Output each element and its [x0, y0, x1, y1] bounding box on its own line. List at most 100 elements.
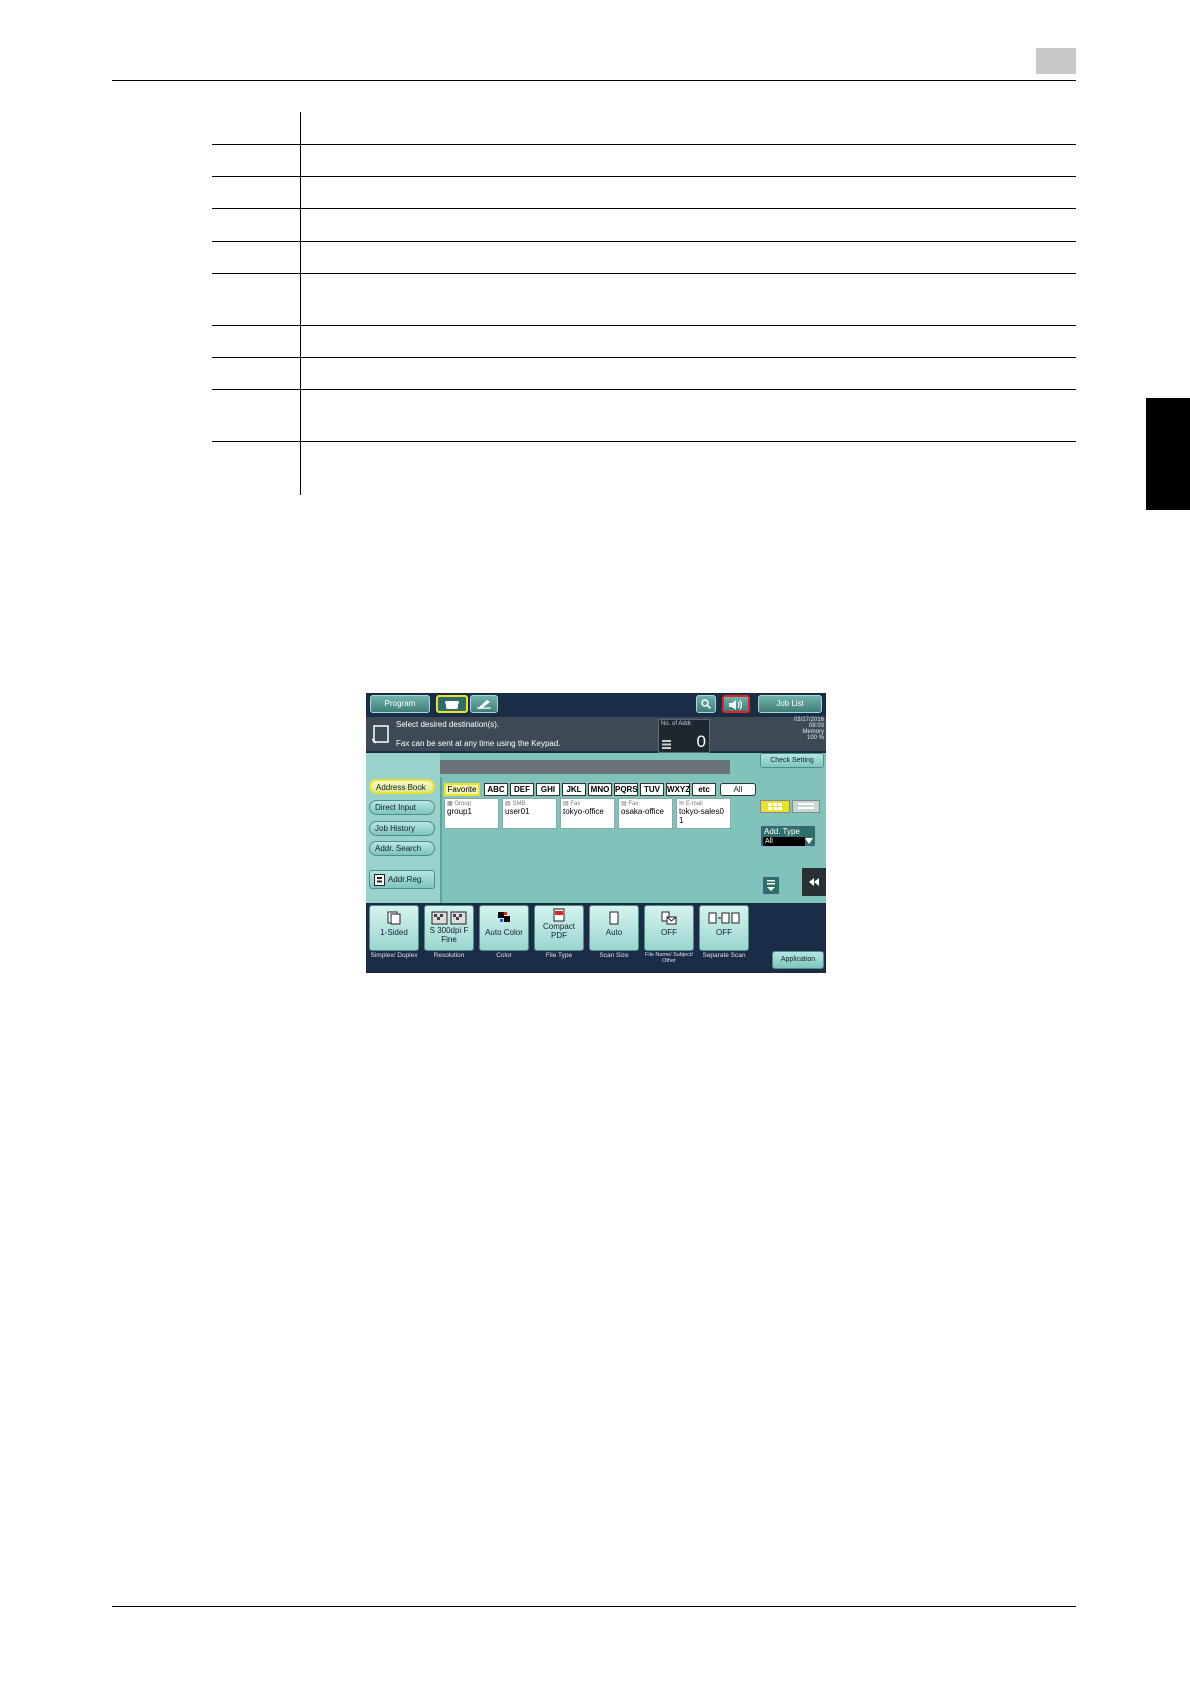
table-row-rule	[212, 441, 1076, 442]
destination-name: group1	[447, 807, 472, 816]
file-type-button[interactable]: Compact PDF	[534, 905, 584, 951]
separate-scan-label: Separate Scan	[702, 952, 746, 959]
sidebar-item-address-book[interactable]: Address Book	[369, 779, 435, 794]
destination-card[interactable]: ✉ E-mail tokyo-sales01	[676, 798, 731, 829]
thumbnail-view-button[interactable]	[760, 800, 790, 813]
destination-type: ▤ SMB	[505, 801, 526, 807]
keypad-icon	[662, 740, 671, 749]
index-tab-jkl[interactable]: JKL	[562, 783, 586, 796]
address-count-label: No. of Addr.	[661, 721, 693, 727]
addr-reg-label: Addr.Reg.	[388, 875, 424, 884]
scroll-down-button[interactable]	[762, 876, 780, 895]
index-tab-favorite[interactable]: Favorite	[444, 783, 480, 796]
file-type-label: File Type	[545, 952, 573, 959]
table-row-rule	[212, 389, 1076, 390]
document-icon	[372, 725, 389, 744]
speaker-icon	[729, 700, 743, 710]
destination-card[interactable]: ▦ Group group1	[444, 798, 499, 829]
file-name-subject-button[interactable]: OFF	[644, 905, 694, 951]
table-row-rule	[212, 273, 1076, 274]
destination-display-field	[440, 760, 730, 774]
search-button[interactable]	[696, 695, 716, 713]
chapter-number-box	[1036, 48, 1076, 74]
destination-card[interactable]: ▤ Fax osaka-office	[618, 798, 673, 829]
table-row-rule	[212, 357, 1076, 358]
index-tab-etc[interactable]: etc	[692, 783, 716, 796]
color-icon	[498, 912, 510, 922]
address-register-icon	[374, 874, 385, 886]
sidebar-item-direct-input[interactable]: Direct Input	[369, 800, 435, 815]
resolution-button[interactable]: S 300dpi F Fine	[424, 905, 474, 951]
destination-card[interactable]: ▤ Fax tokyo-office	[560, 798, 615, 829]
chevron-down-icon	[805, 838, 813, 844]
index-tab-def[interactable]: DEF	[510, 783, 534, 796]
separate-scan-icon	[708, 912, 740, 924]
simplex-icon	[387, 911, 401, 925]
addr-reg-button[interactable]: Addr.Reg.	[369, 870, 435, 889]
sidebar-item-addr-search[interactable]: Addr. Search	[369, 841, 435, 856]
file-name-subject-value: OFF	[661, 928, 677, 937]
address-count-value: 0	[696, 732, 706, 751]
message-line-1: Select desired destination(s).	[396, 720, 500, 729]
separate-scan-value: OFF	[716, 928, 732, 937]
table-row-rule	[212, 176, 1076, 177]
collapse-panel-button[interactable]	[802, 868, 826, 896]
index-tab-wxyz[interactable]: WXYZ	[666, 783, 690, 796]
separate-scan-button[interactable]: OFF	[699, 905, 749, 951]
simplex-duplex-label: Simplex/ Duplex	[370, 952, 418, 959]
footer-rule	[112, 1606, 1076, 1607]
index-tab-tuv[interactable]: TUV	[640, 783, 664, 796]
file-type-value: Compact PDF	[542, 922, 575, 940]
destination-type: ▦ Group	[447, 801, 472, 807]
destination-name: tokyo-office	[563, 807, 604, 816]
resolution-label: Resolution	[433, 952, 465, 959]
fax-mode-button[interactable]	[436, 695, 468, 713]
destination-name: osaka-office	[621, 807, 664, 816]
address-count-box: No. of Addr. 0	[658, 719, 710, 753]
destination-name: tokyo-sales01	[679, 807, 724, 825]
index-tab-ghi[interactable]: GHI	[536, 783, 560, 796]
resolution-value: S 300dpi F Fine	[429, 926, 469, 944]
grid-icon	[768, 803, 782, 810]
application-button[interactable]: Application	[772, 951, 824, 969]
index-tab-all[interactable]: All	[720, 783, 756, 796]
address-type-label: Add. Type	[764, 827, 800, 836]
simplex-duplex-value: 1-Sided	[380, 928, 408, 937]
pdf-icon	[553, 908, 565, 922]
file-name-subject-label: File Name/ Subject/ Other	[645, 952, 693, 964]
memory-value: 100 %	[806, 735, 824, 741]
destination-card[interactable]: ▤ SMB user01	[502, 798, 557, 829]
index-tab-pqrs[interactable]: PQRS	[614, 783, 638, 796]
table-row-rule	[212, 325, 1076, 326]
color-button[interactable]: Auto Color	[479, 905, 529, 951]
destination-type: ▤ Fax	[621, 801, 639, 807]
scan-size-label: Scan Size	[599, 952, 629, 959]
index-tab-abc[interactable]: ABC	[484, 783, 508, 796]
table-row-rule	[212, 208, 1076, 209]
index-tab-mno[interactable]: MNO	[588, 783, 612, 796]
mail-icon	[661, 911, 677, 925]
header-rule	[112, 80, 1076, 81]
list-icon	[798, 803, 814, 809]
sound-button[interactable]	[722, 695, 750, 713]
mfp-scan-screen: Program Job List Select desired destinat…	[366, 693, 826, 973]
destination-type: ▤ Fax	[563, 801, 581, 807]
address-type-value: All	[763, 837, 805, 846]
scan-mode-button[interactable]	[470, 695, 498, 713]
job-list-button[interactable]: Job List	[758, 695, 822, 713]
simplex-duplex-button[interactable]: 1-Sided	[369, 905, 419, 951]
scan-size-value: Auto	[605, 928, 623, 937]
check-setting-button[interactable]: Check Setting	[760, 753, 824, 768]
address-list-frame	[440, 777, 766, 909]
destination-name: user01	[505, 807, 530, 816]
scan-size-button[interactable]: Auto	[589, 905, 639, 951]
list-view-button[interactable]	[792, 800, 820, 813]
color-value: Auto Color	[485, 928, 523, 937]
program-button[interactable]: Program	[370, 695, 430, 713]
pen-icon	[477, 700, 491, 709]
sidebar-item-job-history[interactable]: Job History	[369, 821, 435, 836]
address-type-selector[interactable]: Add. Type All	[760, 825, 816, 847]
status-info: 03/27/2016 08:03 Memory 100 %	[746, 717, 824, 751]
scroll-down-icon	[767, 880, 775, 891]
destination-type: ✉ E-mail	[679, 801, 703, 807]
